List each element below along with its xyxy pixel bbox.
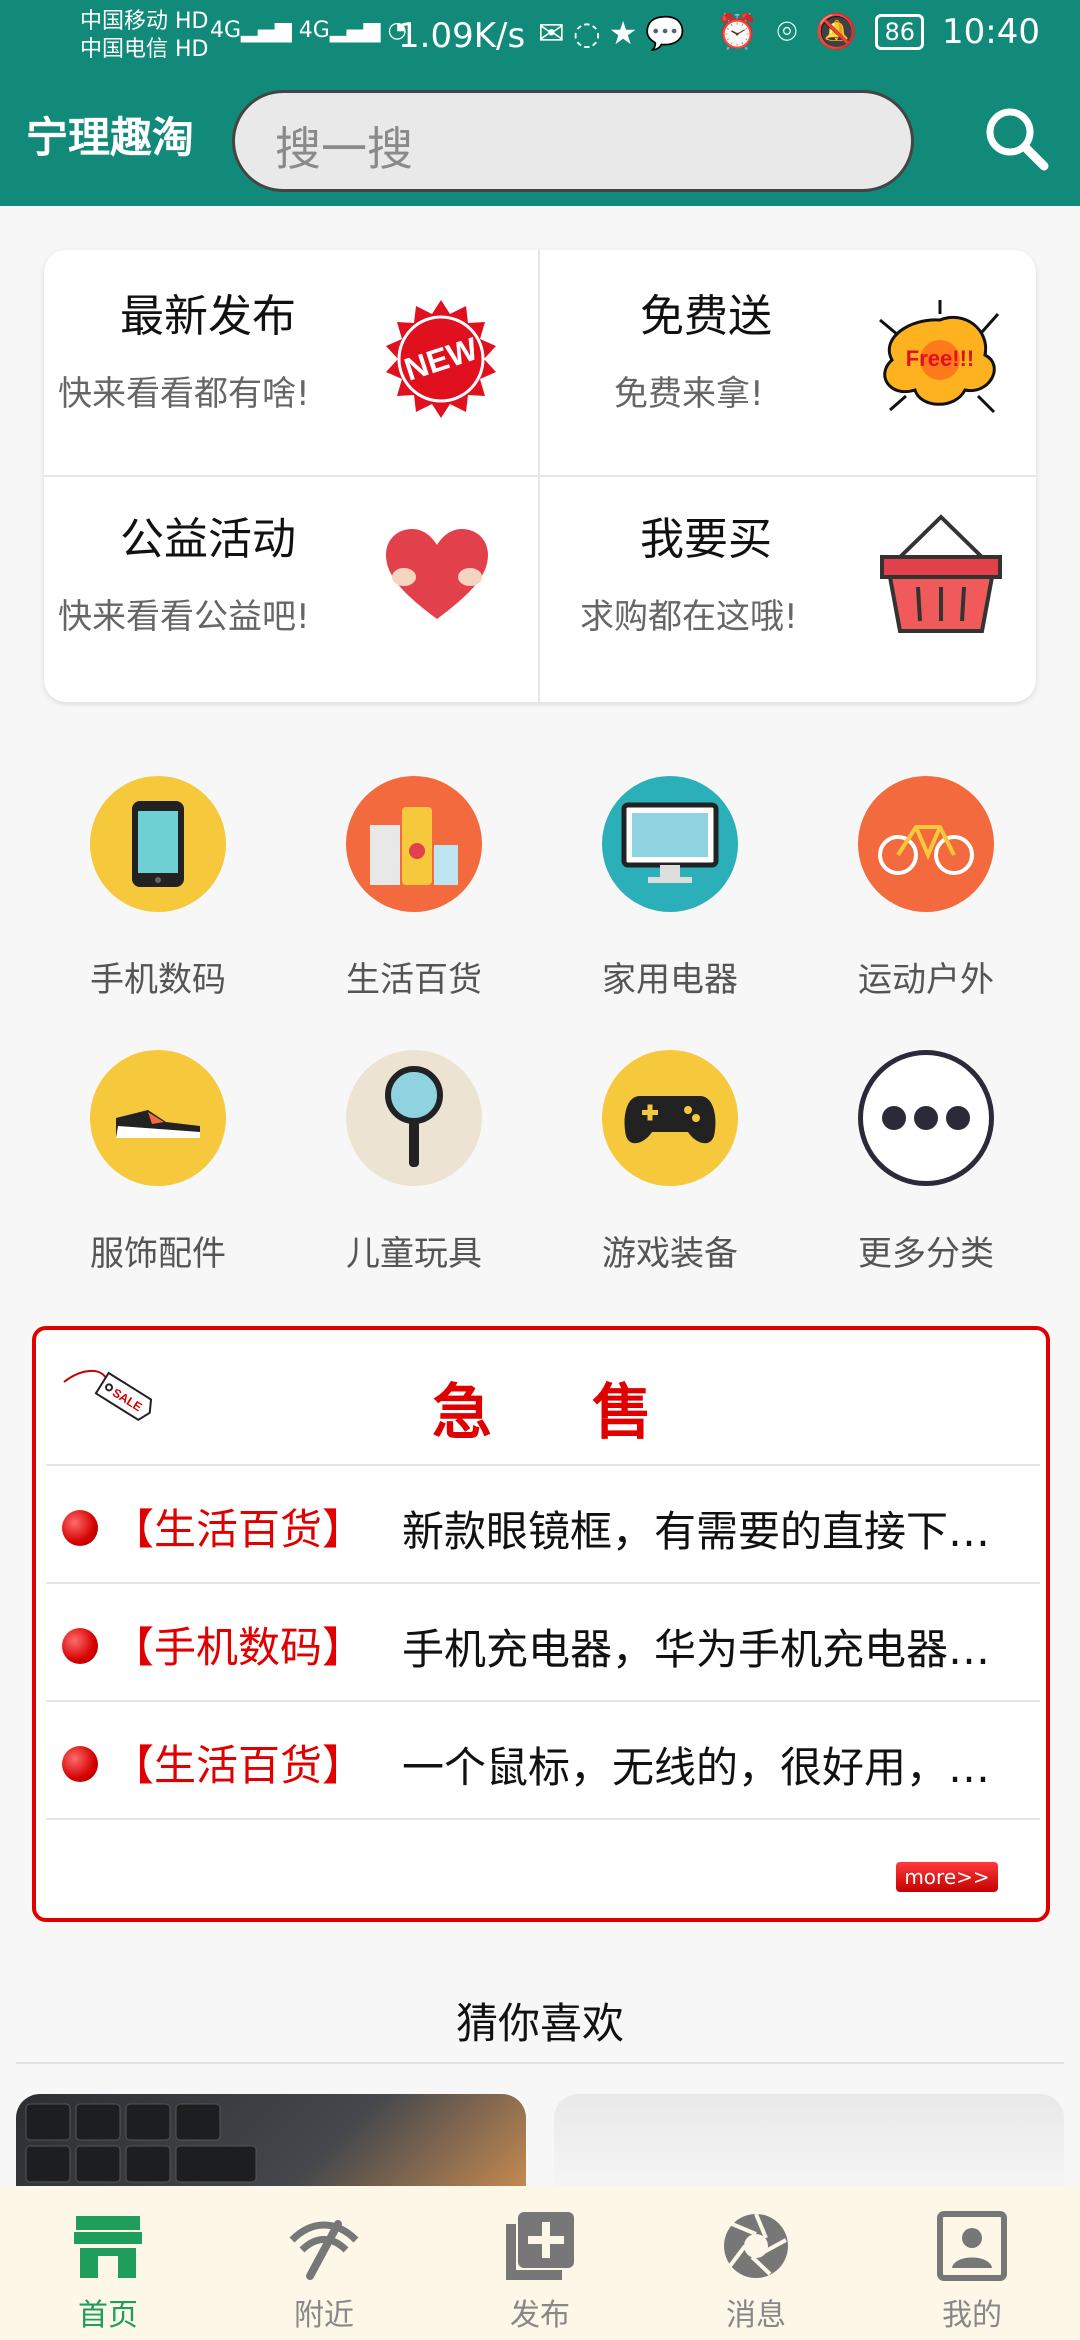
sale-item-category: 【生活百货】	[112, 1741, 365, 1790]
feature-title: 免费送	[640, 291, 772, 342]
sale-tag-icon: SALE	[62, 1364, 158, 1428]
nav-label: 我的	[942, 2298, 1002, 2333]
more-dots-icon	[858, 1050, 994, 1186]
magnifier-icon	[346, 1050, 482, 1186]
status-right: ⏰ ⌾ 🔕 86 10:40	[716, 12, 1040, 52]
sale-item-category: 【生活百货】	[112, 1505, 365, 1554]
category-label: 游戏装备	[602, 1234, 738, 1274]
nav-label: 首页	[78, 2298, 138, 2333]
bicycle-icon	[858, 776, 994, 912]
battery-icon: 86	[875, 14, 925, 50]
feature-free[interactable]: 免费送 免费来拿! Free!!!	[540, 250, 1034, 475]
category-more[interactable]: 更多分类	[826, 1050, 1026, 1290]
category-gaming[interactable]: 游戏装备	[570, 1050, 770, 1290]
bullet-icon	[62, 1628, 98, 1664]
nav-messages[interactable]: 消息	[648, 2186, 864, 2340]
feature-card: 最新发布 快来看看都有啥! NEW 免费送 免费来拿! Free!!! 公益活动…	[44, 250, 1036, 702]
bottom-nav: 首页 附近 发布 消息 我的	[0, 2186, 1080, 2340]
product-thumbnail[interactable]	[16, 2094, 526, 2194]
carrier-1: 中国移动	[80, 9, 169, 34]
carrier-2: 中国电信	[80, 37, 169, 62]
divider	[46, 1818, 1040, 1820]
nav-label: 发布	[510, 2298, 570, 2333]
basket-icon	[876, 511, 1006, 645]
flash-sale-panel: SALE 急售 【生活百货】 新款眼镜框，有需要的直接下单，价格美丽 【手机数码…	[32, 1326, 1050, 1922]
sale-item[interactable]: 【生活百货】 一个鼠标，无线的，很好用，便宜出	[46, 1700, 1040, 1818]
location-icon: ⌾	[776, 12, 798, 52]
network-speed: 1.09K/s	[398, 16, 526, 56]
search-input[interactable]: 搜一搜	[232, 90, 914, 192]
flash-sale-title: 急售	[432, 1378, 752, 1448]
feature-buy[interactable]: 我要买 求购都在这哦!	[540, 477, 1034, 702]
top-bar: 中国移动 HD 中国电信 HD 4G▂▄▆ 4G▂▄▆ ◔ 1.09K/s ✉◌…	[0, 0, 1080, 206]
free-burst-icon: Free!!!	[870, 300, 1010, 424]
feature-subtitle: 免费来拿!	[614, 374, 764, 414]
aperture-icon	[720, 2210, 792, 2282]
status-bar: 中国移动 HD 中国电信 HD 4G▂▄▆ 4G▂▄▆ ◔ 1.09K/s ✉◌…	[0, 0, 1080, 76]
product-thumbnail[interactable]	[554, 2094, 1064, 2194]
sale-item-text: 一个鼠标，无线的，很好用，便宜出	[402, 1743, 1022, 1792]
category-phones[interactable]: 手机数码	[58, 776, 258, 1016]
monitor-icon	[602, 776, 738, 912]
nav-home[interactable]: 首页	[0, 2186, 216, 2340]
sale-item[interactable]: 【手机数码】 手机充电器，华为手机充电器，九成新	[46, 1582, 1040, 1700]
mute-icon: 🔕	[815, 12, 858, 52]
category-label: 儿童玩具	[346, 1234, 482, 1274]
more-button[interactable]: more>>	[896, 1862, 998, 1892]
new-badge-icon: NEW	[380, 298, 502, 424]
category-label: 家用电器	[602, 960, 738, 1000]
nav-profile[interactable]: 我的	[864, 2186, 1080, 2340]
bullet-icon	[62, 1746, 98, 1782]
category-label: 服饰配件	[90, 1234, 226, 1274]
sale-item-text: 手机充电器，华为手机充电器，九成新	[402, 1625, 1022, 1674]
svg-text:Free!!!: Free!!!	[906, 346, 974, 371]
sale-item-text: 新款眼镜框，有需要的直接下单，价格美丽	[402, 1507, 1022, 1556]
category-label: 手机数码	[90, 960, 226, 1000]
feature-title: 我要买	[640, 514, 772, 565]
category-toys[interactable]: 儿童玩具	[314, 1050, 514, 1290]
feature-subtitle: 求购都在这哦!	[580, 597, 798, 637]
divider	[16, 2062, 1064, 2064]
app-bar: 宁理趣淘 搜一搜	[0, 76, 1080, 206]
clock: 10:40	[942, 12, 1040, 52]
nav-label: 消息	[726, 2298, 786, 2333]
search-placeholder: 搜一搜	[275, 122, 413, 176]
category-label: 生活百货	[346, 960, 482, 1000]
category-groceries[interactable]: 生活百货	[314, 776, 514, 1016]
nav-publish[interactable]: 发布	[432, 2186, 648, 2340]
nav-nearby[interactable]: 附近	[216, 2186, 432, 2340]
notification-icons: ✉◌★💬	[538, 14, 694, 52]
feature-subtitle: 快来看看公益吧!	[58, 597, 310, 637]
category-apparel[interactable]: 服饰配件	[58, 1050, 258, 1290]
alarm-icon: ⏰	[716, 12, 759, 52]
shop-icon	[72, 2210, 144, 2282]
category-outdoor[interactable]: 运动户外	[826, 776, 1026, 1016]
feature-title: 公益活动	[120, 514, 296, 565]
add-square-icon	[504, 2210, 576, 2282]
heart-hands-icon	[382, 527, 492, 631]
feature-charity[interactable]: 公益活动 快来看看公益吧!	[44, 477, 538, 702]
sale-item-category: 【手机数码】	[112, 1623, 365, 1672]
category-label: 运动户外	[858, 960, 994, 1000]
feature-subtitle: 快来看看都有啥!	[58, 374, 310, 414]
profile-card-icon	[936, 2210, 1008, 2282]
gamepad-icon	[602, 1050, 738, 1186]
sneaker-icon	[90, 1050, 226, 1186]
phone-icon	[90, 776, 226, 912]
guess-section-title: 猜你喜欢	[455, 1999, 624, 2048]
groceries-icon	[346, 776, 482, 912]
category-label: 更多分类	[858, 1234, 994, 1274]
sale-item[interactable]: 【生活百货】 新款眼镜框，有需要的直接下单，价格美丽	[46, 1464, 1040, 1582]
signal-icon: 4G▂▄▆ 4G▂▄▆ ◔	[210, 18, 407, 43]
flash-sale-header: SALE 急售	[36, 1330, 1046, 1464]
bullet-icon	[62, 1510, 98, 1546]
location-signal-icon	[288, 2210, 360, 2282]
nav-label: 附近	[294, 2298, 354, 2333]
app-name: 宁理趣淘	[26, 113, 195, 162]
search-icon[interactable]	[976, 98, 1058, 180]
carriers: 中国移动 HD 中国电信 HD	[80, 9, 209, 62]
feature-latest[interactable]: 最新发布 快来看看都有啥! NEW	[44, 250, 538, 475]
feature-title: 最新发布	[120, 291, 296, 342]
category-appliances[interactable]: 家用电器	[570, 776, 770, 1016]
